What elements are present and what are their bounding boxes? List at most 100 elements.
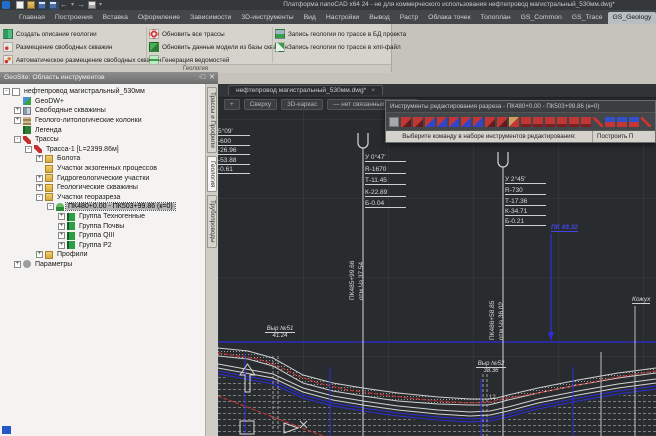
edit-tool-icon[interactable] <box>581 117 591 127</box>
document-tab[interactable]: нефтепровод магистральный_530мм.dwg* × <box>228 85 383 95</box>
tab-close-icon[interactable]: × <box>371 87 375 94</box>
tab-gs-geology[interactable]: GS_Geology <box>608 12 656 24</box>
expander[interactable]: + <box>36 175 43 182</box>
tab-gs-trace[interactable]: GS_Trace <box>567 12 608 24</box>
expander[interactable]: + <box>14 261 21 268</box>
save-all-icon[interactable] <box>49 1 57 9</box>
expander[interactable]: + <box>58 242 65 249</box>
tree-item-georazrez-sections[interactable]: -Участки георазреза <box>0 193 205 203</box>
expander[interactable]: + <box>58 223 65 230</box>
expander[interactable]: + <box>14 117 21 124</box>
side-tab-geology[interactable]: Геология <box>207 156 217 192</box>
tree-item-group-p2[interactable]: +Группа P2 <box>0 241 205 251</box>
new-file-icon[interactable] <box>16 1 24 9</box>
tree-item-hydrogeological[interactable]: +Гидрогеологические участки <box>0 173 205 183</box>
edit-tool-icon[interactable] <box>485 117 495 127</box>
tab-vid[interactable]: Вид <box>299 12 321 24</box>
tab-zavisimosti[interactable]: Зависимости <box>185 12 236 24</box>
tree-item-trace-1[interactable]: -Трасса-1 [L=2399.86м] <box>0 145 205 155</box>
expander[interactable]: + <box>14 107 21 114</box>
undo-caret-icon[interactable]: ▾ <box>71 1 74 9</box>
edit-tool-icon[interactable] <box>401 117 411 127</box>
expander[interactable]: + <box>36 184 43 191</box>
view-direction-button[interactable]: Сверху <box>244 99 277 110</box>
pin-icon[interactable]: -□ <box>199 72 206 84</box>
expander[interactable]: + <box>58 213 65 220</box>
edit-tool-icon[interactable] <box>533 117 543 127</box>
tab-vstavka[interactable]: Вставка <box>98 12 133 24</box>
edit-tool-icon[interactable] <box>437 117 447 127</box>
palette-title-bar[interactable]: Инструменты редактирования разреза - ПК4… <box>386 101 655 113</box>
status-icon[interactable] <box>2 426 11 434</box>
tree-item-free-wells[interactable]: +Свободные скважины <box>0 106 205 116</box>
section-edit-tools-palette[interactable]: Инструменты редактирования разреза - ПК4… <box>385 100 656 143</box>
tree-item-pk480-section[interactable]: -ПК480+0.00 - ПК503+99.86 (к=0) <box>0 202 205 212</box>
undo-icon[interactable]: ← <box>60 1 68 9</box>
edit-tool-icon[interactable] <box>545 117 555 127</box>
save-icon[interactable] <box>38 1 46 9</box>
edit-tool-icon[interactable] <box>473 117 483 127</box>
open-file-icon[interactable] <box>27 1 35 9</box>
edit-tool-icon[interactable] <box>569 117 579 127</box>
expander[interactable]: - <box>47 203 54 210</box>
tree-item-group-qiii[interactable]: +Группа QIII <box>0 231 205 241</box>
edit-tool-icon[interactable] <box>557 117 567 127</box>
edit-tool-icon[interactable] <box>593 117 603 127</box>
expander[interactable]: - <box>3 88 10 95</box>
drawing-canvas[interactable]: 5°09' -600 -26.96 -53.88 -0.61 У 0°47' R… <box>218 84 656 436</box>
add-view-button[interactable]: + <box>224 99 240 110</box>
tab-oblaka-tochek[interactable]: Облака точек <box>423 12 475 24</box>
write-geology-to-project-db-button[interactable]: Запись геологии по трассе в БД проекта <box>275 29 406 39</box>
create-geology-description-button[interactable]: Создать описание геологии <box>3 29 97 39</box>
side-tab-traces-profiles[interactable]: Трассы и Профили <box>207 87 217 153</box>
edit-tool-icon[interactable] <box>521 117 531 127</box>
edit-tool-icon[interactable] <box>449 117 459 127</box>
tab-nastroyki[interactable]: Настройки <box>321 12 364 24</box>
geosite-panel-header[interactable]: GeoSite: Область инструментов -□ ✕ <box>0 72 218 84</box>
tree-item-profiles[interactable]: +Профили <box>0 250 205 260</box>
tab-vyvod[interactable]: Вывод <box>364 12 395 24</box>
place-free-wells-button[interactable]: Размещение свободных скважин <box>3 42 112 52</box>
tree-item-litho-columns[interactable]: +Геолого-литологические колонки <box>0 116 205 126</box>
redo-icon[interactable]: → <box>77 1 85 9</box>
expander[interactable]: + <box>58 232 65 239</box>
update-all-traces-button[interactable]: Обновить все трассы <box>149 29 225 39</box>
close-icon[interactable]: ✕ <box>209 72 215 84</box>
side-tab-pipelines[interactable]: Трубопроводы <box>207 195 217 248</box>
palette-handle-icon[interactable] <box>389 117 399 127</box>
edit-tool-icon[interactable] <box>617 117 627 127</box>
tab-oformlenie[interactable]: Оформление <box>133 12 185 24</box>
qat-dropdown-icon[interactable]: ▾ <box>99 1 102 9</box>
tree-item-swamps[interactable]: +Болота <box>0 154 205 164</box>
tree-item-geodw[interactable]: GeoDW+ <box>0 97 205 107</box>
print-icon[interactable] <box>88 1 96 9</box>
palette-build-button[interactable]: Построить П <box>592 131 655 142</box>
expander[interactable]: + <box>36 251 43 258</box>
expander[interactable]: - <box>36 194 43 201</box>
update-model-from-well-db-button[interactable]: Обновить данные модели из базы скважин <box>149 42 288 52</box>
tree-item-legend[interactable]: Легенда <box>0 125 205 135</box>
edit-tool-icon[interactable] <box>509 117 519 127</box>
edit-tool-icon[interactable] <box>629 117 639 127</box>
tab-gs-common[interactable]: GS_Common <box>516 12 567 24</box>
edit-tool-icon[interactable] <box>413 117 423 127</box>
tab-postroeniya[interactable]: Построения <box>50 12 98 24</box>
edit-tool-icon[interactable] <box>497 117 507 127</box>
tree-item-root[interactable]: -нефтепровод магистральный_530мм <box>0 87 205 97</box>
tree-item-group-tehnogennye[interactable]: +Группа Техногенные <box>0 212 205 222</box>
tab-glavnaya[interactable]: Главная <box>14 12 50 24</box>
expander[interactable]: - <box>25 146 32 153</box>
tab-rastr[interactable]: Растр <box>395 12 423 24</box>
tree-item-group-pochvy[interactable]: +Группа Почвы <box>0 221 205 231</box>
visual-style-button[interactable]: 3D-каркас <box>281 99 323 110</box>
edit-tool-icon[interactable] <box>641 117 651 127</box>
expander[interactable]: + <box>36 155 43 162</box>
edit-tool-icon[interactable] <box>461 117 471 127</box>
tab-3d-instrumenty[interactable]: 3D-инструменты <box>236 12 298 24</box>
tree-item-exogenous[interactable]: Участки экзогенных процессов <box>0 164 205 174</box>
tree-item-parameters[interactable]: +Параметры <box>0 260 205 270</box>
edit-tool-icon[interactable] <box>425 117 435 127</box>
tree-item-traces[interactable]: -Трассы <box>0 135 205 145</box>
write-geology-to-xml-button[interactable]: Запись геологии по трассе в xml-файл <box>275 42 401 52</box>
tab-topoplan[interactable]: Топоплан <box>476 12 516 24</box>
